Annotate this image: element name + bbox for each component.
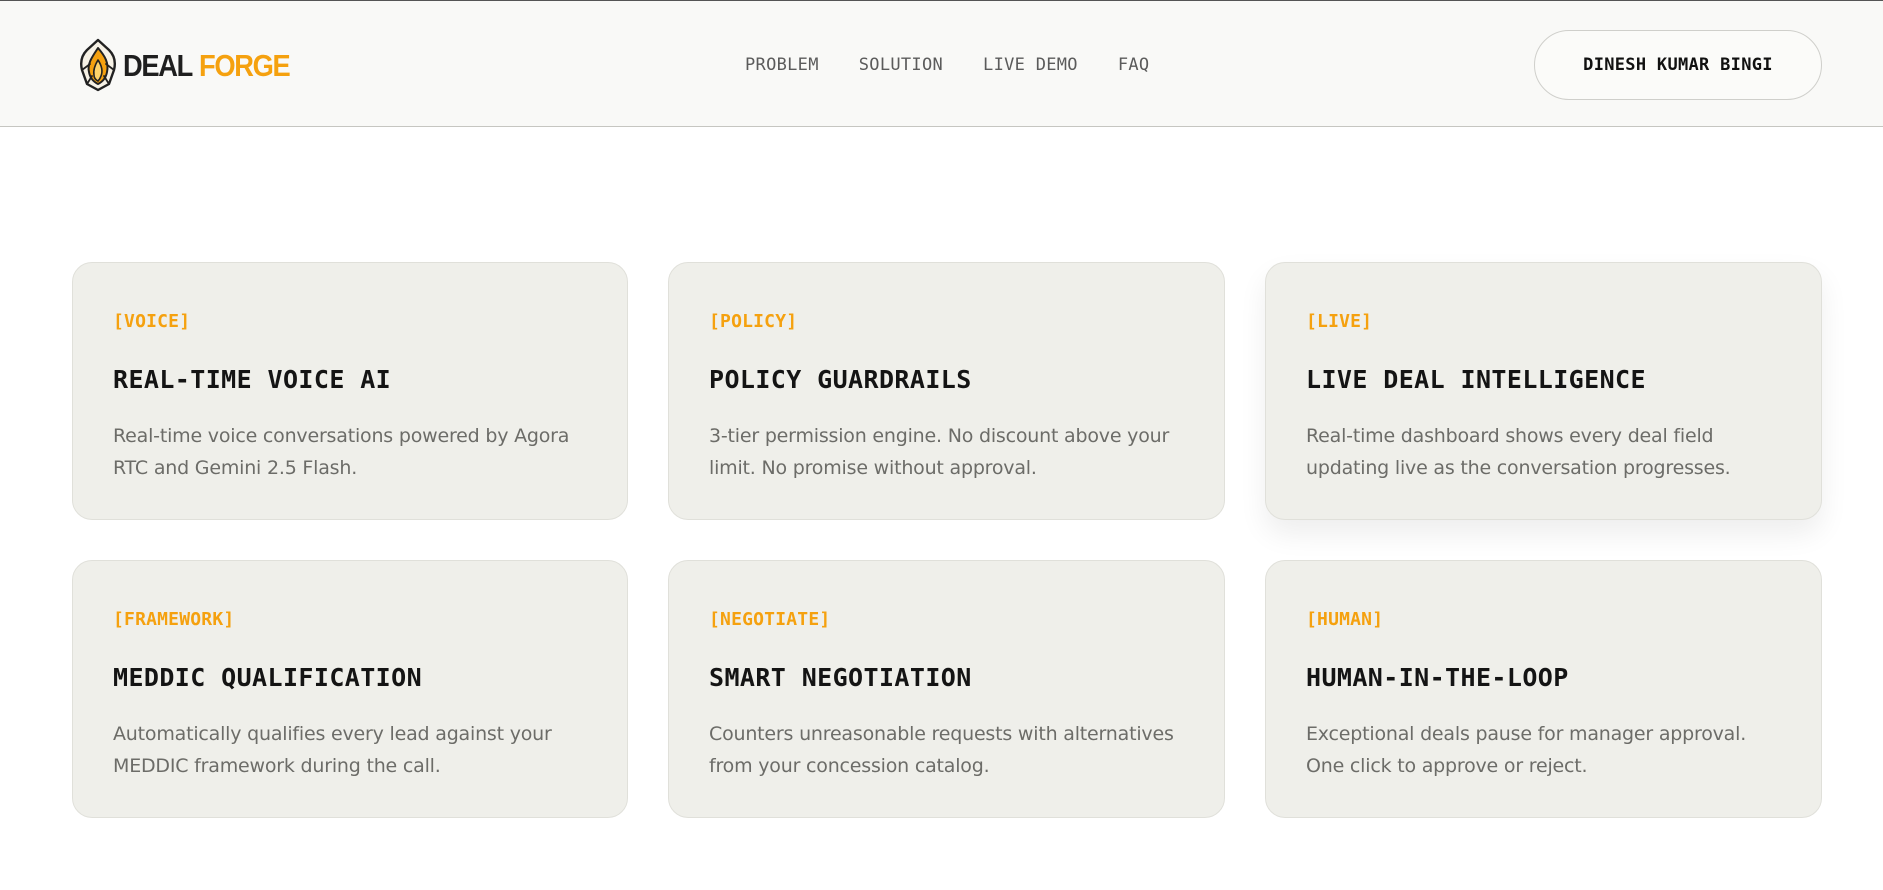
nav-link-live-demo[interactable]: LIVE DEMO (983, 55, 1078, 75)
feature-description: Real-time dashboard shows every deal fie… (1306, 425, 1731, 479)
feature-description: Automatically qualifies every lead again… (113, 723, 552, 777)
feature-grid: [VOICE] REAL-TIME VOICE AI Real-time voi… (72, 262, 1822, 818)
feature-tag: [POLICY] (709, 311, 798, 332)
feature-title: LIVE DEAL INTELLIGENCE (1306, 365, 1646, 394)
brand-word-forge: FORGE (199, 47, 291, 83)
feature-tag: [LIVE] (1306, 311, 1373, 332)
nav-link-faq[interactable]: FAQ (1118, 55, 1150, 75)
brand-wordmark: DEAL FORGE (123, 47, 291, 83)
feature-title: REAL-TIME VOICE AI (113, 365, 392, 394)
feature-card-live: [LIVE] LIVE DEAL INTELLIGENCE Real-time … (1265, 262, 1822, 520)
main-nav: PROBLEM SOLUTION LIVE DEMO FAQ (745, 55, 1149, 75)
feature-title: MEDDIC QUALIFICATION (113, 663, 423, 692)
feature-description: 3-tier permission engine. No discount ab… (709, 425, 1170, 479)
feature-title: SMART NEGOTIATION (709, 663, 972, 692)
feature-card-policy: [POLICY] POLICY GUARDRAILS 3-tier permis… (668, 262, 1225, 520)
feature-tag: [VOICE] (113, 311, 191, 332)
feature-card-human: [HUMAN] HUMAN-IN-THE-LOOP Exceptional de… (1265, 560, 1822, 818)
feature-title: POLICY GUARDRAILS (709, 365, 972, 394)
feature-title: HUMAN-IN-THE-LOOP (1306, 663, 1569, 692)
feature-description: Real-time voice conversations powered by… (113, 425, 570, 479)
flame-shield-icon (79, 38, 117, 92)
site-header: DEAL FORGE PROBLEM SOLUTION LIVE DEMO FAQ… (0, 0, 1883, 127)
feature-card-voice: [VOICE] REAL-TIME VOICE AI Real-time voi… (72, 262, 628, 520)
brand-word-deal: DEAL (123, 47, 193, 83)
feature-tag: [NEGOTIATE] (709, 609, 831, 630)
user-account-button[interactable]: DINESH KUMAR BINGI (1534, 30, 1822, 100)
feature-card-negotiate: [NEGOTIATE] SMART NEGOTIATION Counters u… (668, 560, 1225, 818)
feature-description: Exceptional deals pause for manager appr… (1306, 723, 1747, 777)
feature-card-framework: [FRAMEWORK] MEDDIC QUALIFICATION Automat… (72, 560, 628, 818)
feature-tag: [FRAMEWORK] (113, 609, 235, 630)
nav-link-problem[interactable]: PROBLEM (745, 55, 819, 75)
feature-tag: [HUMAN] (1306, 609, 1384, 630)
nav-link-solution[interactable]: SOLUTION (859, 55, 943, 75)
brand-logo-link[interactable]: DEAL FORGE (79, 37, 312, 93)
feature-description: Counters unreasonable requests with alte… (709, 723, 1174, 777)
